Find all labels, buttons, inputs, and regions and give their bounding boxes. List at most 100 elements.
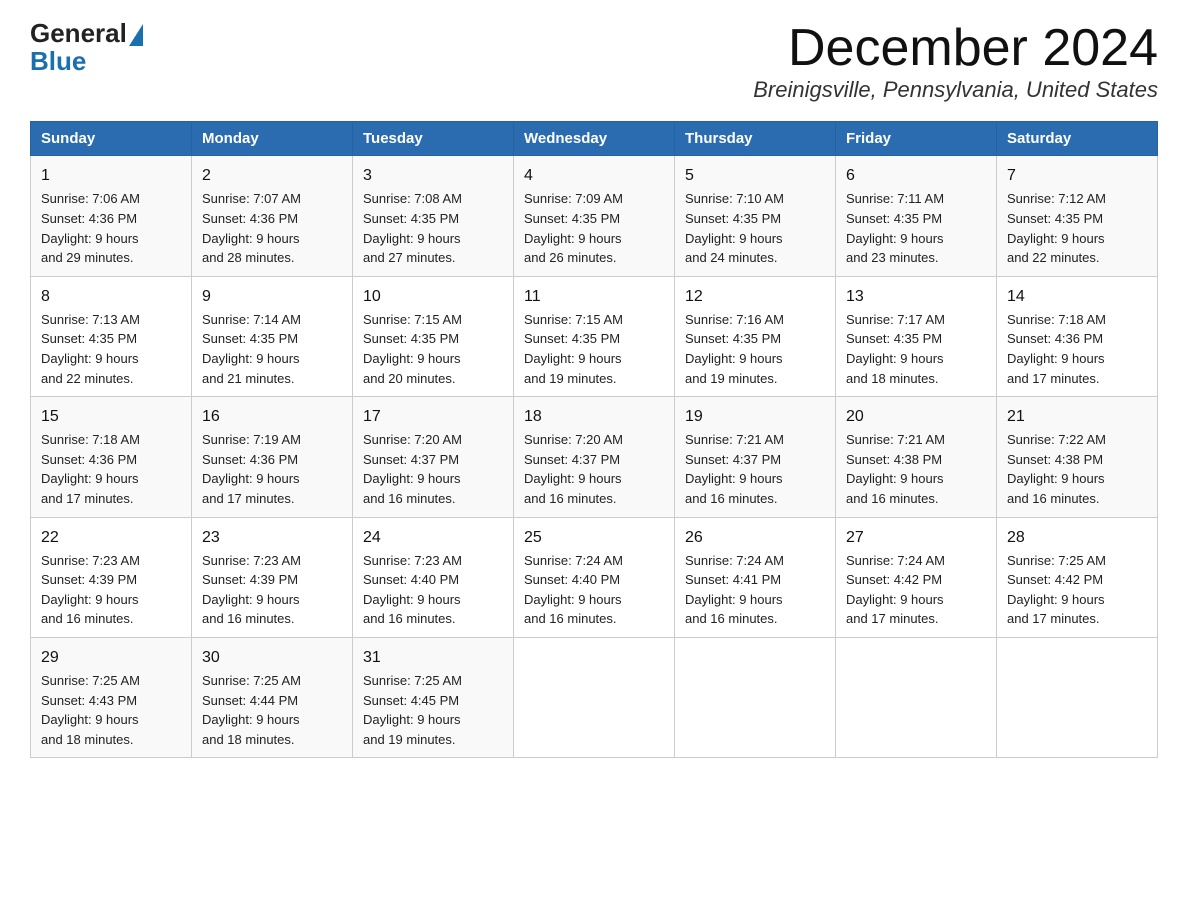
day-number: 20 — [846, 405, 986, 428]
day-info: Sunrise: 7:20 AM Sunset: 4:37 PM Dayligh… — [524, 432, 623, 506]
day-cell: 20 Sunrise: 7:21 AM Sunset: 4:38 PM Dayl… — [836, 397, 997, 517]
day-cell — [836, 637, 997, 757]
day-number: 14 — [1007, 285, 1147, 308]
day-info: Sunrise: 7:16 AM Sunset: 4:35 PM Dayligh… — [685, 312, 784, 386]
day-info: Sunrise: 7:08 AM Sunset: 4:35 PM Dayligh… — [363, 191, 462, 265]
header-thursday: Thursday — [675, 122, 836, 156]
day-number: 1 — [41, 164, 181, 187]
week-row: 1 Sunrise: 7:06 AM Sunset: 4:36 PM Dayli… — [31, 156, 1158, 276]
day-info: Sunrise: 7:23 AM Sunset: 4:39 PM Dayligh… — [41, 553, 140, 627]
day-cell: 15 Sunrise: 7:18 AM Sunset: 4:36 PM Dayl… — [31, 397, 192, 517]
header-monday: Monday — [192, 122, 353, 156]
calendar-body: 1 Sunrise: 7:06 AM Sunset: 4:36 PM Dayli… — [31, 156, 1158, 758]
header-tuesday: Tuesday — [353, 122, 514, 156]
calendar-header: SundayMondayTuesdayWednesdayThursdayFrid… — [31, 122, 1158, 156]
day-cell: 9 Sunrise: 7:14 AM Sunset: 4:35 PM Dayli… — [192, 276, 353, 396]
day-number: 27 — [846, 526, 986, 549]
day-info: Sunrise: 7:13 AM Sunset: 4:35 PM Dayligh… — [41, 312, 140, 386]
day-number: 30 — [202, 646, 342, 669]
day-cell: 13 Sunrise: 7:17 AM Sunset: 4:35 PM Dayl… — [836, 276, 997, 396]
calendar-table: SundayMondayTuesdayWednesdayThursdayFrid… — [30, 121, 1158, 758]
day-number: 3 — [363, 164, 503, 187]
logo: General Blue — [30, 20, 145, 77]
day-number: 19 — [685, 405, 825, 428]
day-number: 4 — [524, 164, 664, 187]
day-number: 13 — [846, 285, 986, 308]
day-info: Sunrise: 7:07 AM Sunset: 4:36 PM Dayligh… — [202, 191, 301, 265]
day-cell — [997, 637, 1158, 757]
day-number: 17 — [363, 405, 503, 428]
day-info: Sunrise: 7:24 AM Sunset: 4:42 PM Dayligh… — [846, 553, 945, 627]
day-number: 25 — [524, 526, 664, 549]
day-info: Sunrise: 7:22 AM Sunset: 4:38 PM Dayligh… — [1007, 432, 1106, 506]
title-block: December 2024 Breinigsville, Pennsylvani… — [753, 20, 1158, 103]
day-cell: 10 Sunrise: 7:15 AM Sunset: 4:35 PM Dayl… — [353, 276, 514, 396]
day-cell: 26 Sunrise: 7:24 AM Sunset: 4:41 PM Dayl… — [675, 517, 836, 637]
day-cell: 28 Sunrise: 7:25 AM Sunset: 4:42 PM Dayl… — [997, 517, 1158, 637]
day-cell: 22 Sunrise: 7:23 AM Sunset: 4:39 PM Dayl… — [31, 517, 192, 637]
day-cell: 21 Sunrise: 7:22 AM Sunset: 4:38 PM Dayl… — [997, 397, 1158, 517]
day-number: 12 — [685, 285, 825, 308]
day-number: 8 — [41, 285, 181, 308]
day-number: 10 — [363, 285, 503, 308]
day-number: 31 — [363, 646, 503, 669]
day-number: 16 — [202, 405, 342, 428]
day-info: Sunrise: 7:25 AM Sunset: 4:44 PM Dayligh… — [202, 673, 301, 747]
page-header: General Blue December 2024 Breinigsville… — [30, 20, 1158, 103]
day-info: Sunrise: 7:24 AM Sunset: 4:40 PM Dayligh… — [524, 553, 623, 627]
day-number: 23 — [202, 526, 342, 549]
day-number: 9 — [202, 285, 342, 308]
day-info: Sunrise: 7:19 AM Sunset: 4:36 PM Dayligh… — [202, 432, 301, 506]
day-cell: 1 Sunrise: 7:06 AM Sunset: 4:36 PM Dayli… — [31, 156, 192, 276]
day-info: Sunrise: 7:21 AM Sunset: 4:38 PM Dayligh… — [846, 432, 945, 506]
day-info: Sunrise: 7:10 AM Sunset: 4:35 PM Dayligh… — [685, 191, 784, 265]
day-number: 6 — [846, 164, 986, 187]
day-number: 18 — [524, 405, 664, 428]
day-info: Sunrise: 7:17 AM Sunset: 4:35 PM Dayligh… — [846, 312, 945, 386]
day-info: Sunrise: 7:18 AM Sunset: 4:36 PM Dayligh… — [1007, 312, 1106, 386]
day-number: 7 — [1007, 164, 1147, 187]
logo-blue-text: Blue — [30, 46, 86, 77]
day-number: 28 — [1007, 526, 1147, 549]
day-cell: 16 Sunrise: 7:19 AM Sunset: 4:36 PM Dayl… — [192, 397, 353, 517]
day-cell: 30 Sunrise: 7:25 AM Sunset: 4:44 PM Dayl… — [192, 637, 353, 757]
day-info: Sunrise: 7:11 AM Sunset: 4:35 PM Dayligh… — [846, 191, 944, 265]
header-row: SundayMondayTuesdayWednesdayThursdayFrid… — [31, 122, 1158, 156]
month-title: December 2024 — [753, 20, 1158, 77]
day-cell: 27 Sunrise: 7:24 AM Sunset: 4:42 PM Dayl… — [836, 517, 997, 637]
day-info: Sunrise: 7:24 AM Sunset: 4:41 PM Dayligh… — [685, 553, 784, 627]
day-number: 29 — [41, 646, 181, 669]
day-info: Sunrise: 7:15 AM Sunset: 4:35 PM Dayligh… — [524, 312, 623, 386]
week-row: 22 Sunrise: 7:23 AM Sunset: 4:39 PM Dayl… — [31, 517, 1158, 637]
day-info: Sunrise: 7:14 AM Sunset: 4:35 PM Dayligh… — [202, 312, 301, 386]
logo-triangle-icon — [129, 24, 143, 46]
day-cell: 2 Sunrise: 7:07 AM Sunset: 4:36 PM Dayli… — [192, 156, 353, 276]
day-number: 22 — [41, 526, 181, 549]
day-info: Sunrise: 7:09 AM Sunset: 4:35 PM Dayligh… — [524, 191, 623, 265]
week-row: 15 Sunrise: 7:18 AM Sunset: 4:36 PM Dayl… — [31, 397, 1158, 517]
day-info: Sunrise: 7:12 AM Sunset: 4:35 PM Dayligh… — [1007, 191, 1106, 265]
day-cell: 19 Sunrise: 7:21 AM Sunset: 4:37 PM Dayl… — [675, 397, 836, 517]
header-friday: Friday — [836, 122, 997, 156]
day-cell: 3 Sunrise: 7:08 AM Sunset: 4:35 PM Dayli… — [353, 156, 514, 276]
day-number: 2 — [202, 164, 342, 187]
day-cell: 18 Sunrise: 7:20 AM Sunset: 4:37 PM Dayl… — [514, 397, 675, 517]
day-cell — [514, 637, 675, 757]
day-cell: 11 Sunrise: 7:15 AM Sunset: 4:35 PM Dayl… — [514, 276, 675, 396]
day-number: 26 — [685, 526, 825, 549]
day-cell: 12 Sunrise: 7:16 AM Sunset: 4:35 PM Dayl… — [675, 276, 836, 396]
day-number: 11 — [524, 285, 664, 308]
day-number: 5 — [685, 164, 825, 187]
day-cell: 8 Sunrise: 7:13 AM Sunset: 4:35 PM Dayli… — [31, 276, 192, 396]
day-cell: 6 Sunrise: 7:11 AM Sunset: 4:35 PM Dayli… — [836, 156, 997, 276]
day-cell: 31 Sunrise: 7:25 AM Sunset: 4:45 PM Dayl… — [353, 637, 514, 757]
day-cell: 14 Sunrise: 7:18 AM Sunset: 4:36 PM Dayl… — [997, 276, 1158, 396]
day-cell: 17 Sunrise: 7:20 AM Sunset: 4:37 PM Dayl… — [353, 397, 514, 517]
day-info: Sunrise: 7:25 AM Sunset: 4:42 PM Dayligh… — [1007, 553, 1106, 627]
day-cell: 25 Sunrise: 7:24 AM Sunset: 4:40 PM Dayl… — [514, 517, 675, 637]
week-row: 8 Sunrise: 7:13 AM Sunset: 4:35 PM Dayli… — [31, 276, 1158, 396]
day-number: 24 — [363, 526, 503, 549]
day-info: Sunrise: 7:20 AM Sunset: 4:37 PM Dayligh… — [363, 432, 462, 506]
day-cell: 29 Sunrise: 7:25 AM Sunset: 4:43 PM Dayl… — [31, 637, 192, 757]
day-info: Sunrise: 7:23 AM Sunset: 4:39 PM Dayligh… — [202, 553, 301, 627]
